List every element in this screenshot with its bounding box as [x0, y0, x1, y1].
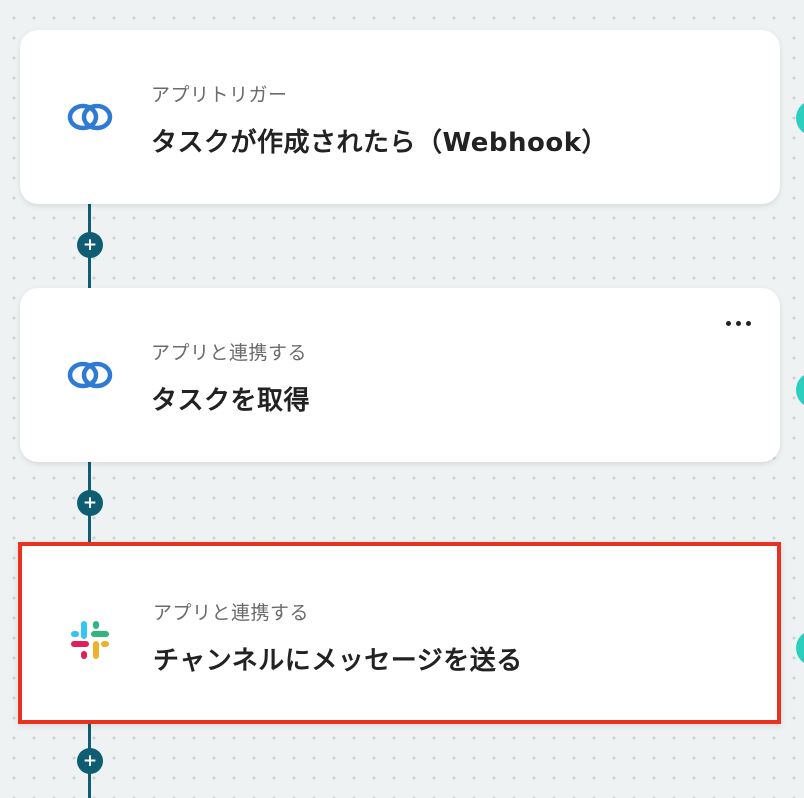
- side-handle[interactable]: [796, 372, 804, 408]
- clickup-icon: [66, 355, 114, 395]
- step-type-label: アプリと連携する: [153, 602, 310, 624]
- add-step-button[interactable]: +: [77, 490, 103, 516]
- add-step-button[interactable]: +: [77, 232, 103, 258]
- flow-step-card-3[interactable]: アプリと連携する チャンネルにメッセージを送る: [18, 542, 781, 724]
- side-handle[interactable]: [796, 630, 804, 666]
- step-type-label: アプリと連携する: [151, 342, 308, 364]
- flow-step-card-1[interactable]: アプリトリガー タスクが作成されたら（Webhook）: [20, 30, 780, 204]
- flow-step-card-2[interactable]: アプリと連携する タスクを取得: [20, 288, 780, 462]
- add-step-button[interactable]: +: [77, 748, 103, 774]
- clickup-icon: [66, 97, 114, 137]
- slack-icon: [68, 618, 116, 659]
- step-title: タスクが作成されたら（Webhook）: [151, 128, 609, 158]
- step-title: タスクを取得: [151, 386, 311, 416]
- flow-canvas: + + + アプリトリガー タスクが作成されたら（Webhook） アプリと連携…: [0, 0, 804, 798]
- step-type-label: アプリトリガー: [151, 84, 288, 106]
- more-options-icon[interactable]: [726, 316, 754, 330]
- step-title: チャンネルにメッセージを送る: [153, 646, 523, 676]
- side-handle[interactable]: [796, 100, 804, 136]
